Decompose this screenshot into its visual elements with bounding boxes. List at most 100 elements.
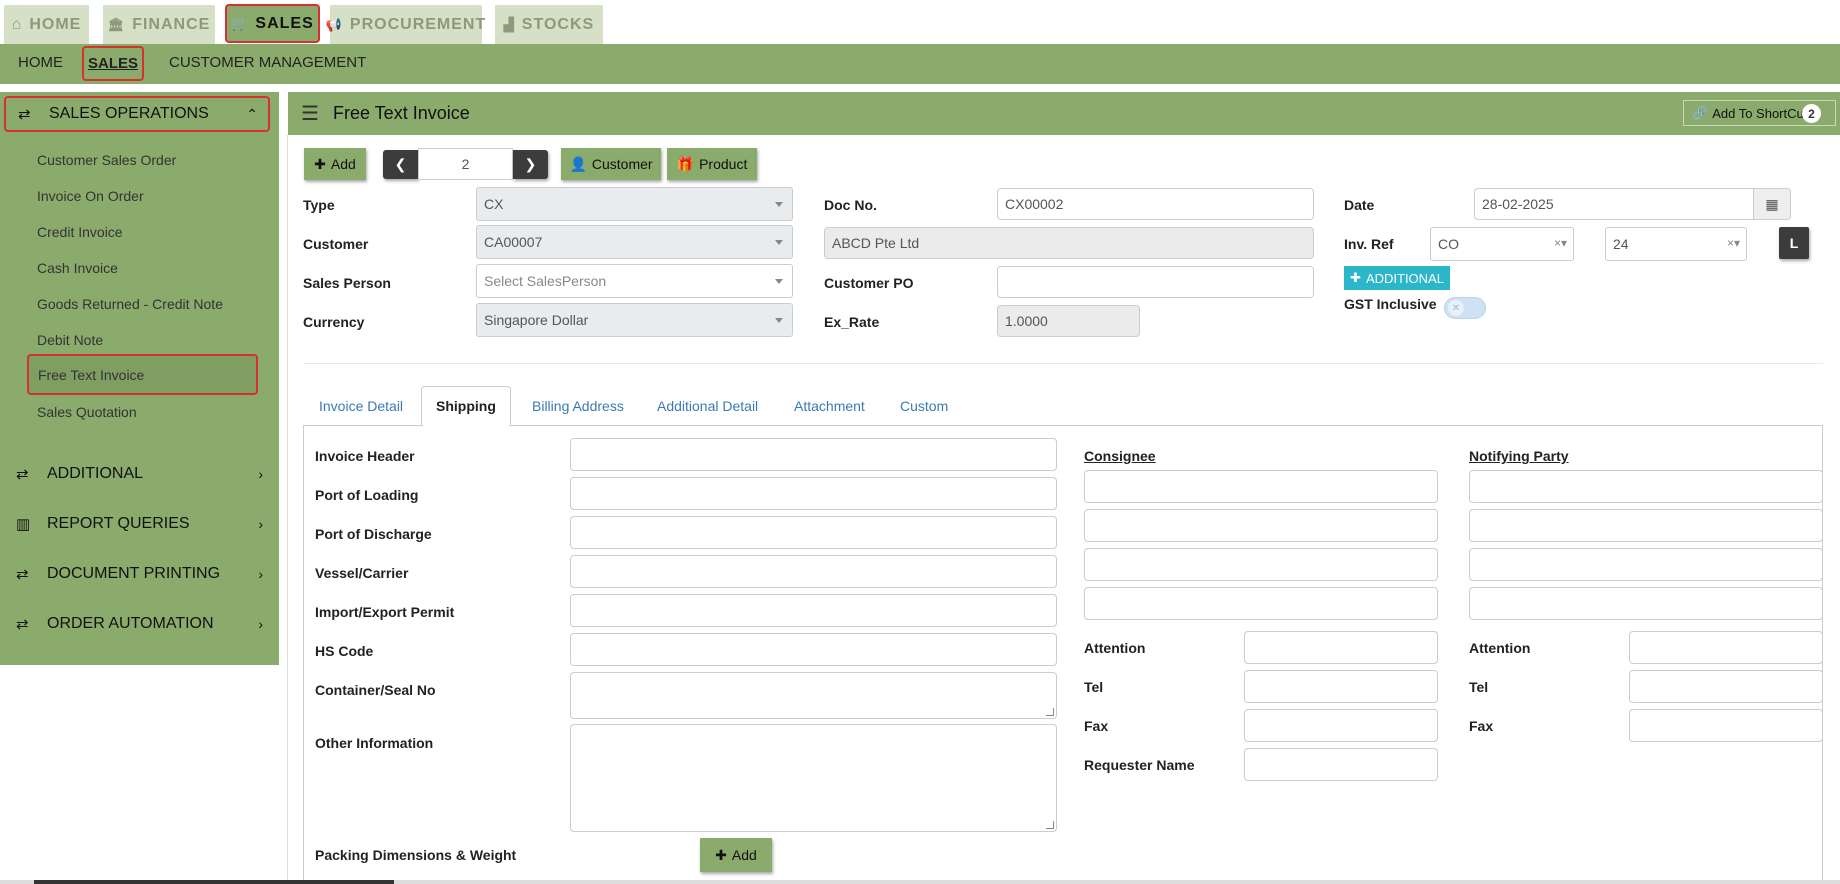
module-tab-stocks[interactable]: ▟ STOCKS	[495, 5, 603, 44]
import-export-permit-input[interactable]	[570, 594, 1057, 627]
horizontal-scrollbar[interactable]	[0, 880, 1840, 884]
cart-icon: 🛒	[231, 15, 249, 31]
chevron-right-icon: ❯	[524, 156, 537, 172]
sub-navigation: HOME SALES CUSTOMER MANAGEMENT	[0, 44, 1840, 84]
consignee-attention-input[interactable]	[1244, 631, 1438, 664]
sidebar-item-customer-sales-order[interactable]: Customer Sales Order	[37, 152, 176, 168]
sidebar-section-document-printing[interactable]: ⇄ DOCUMENT PRINTING ›	[0, 554, 279, 594]
requester-name-input[interactable]	[1244, 748, 1438, 781]
product-button[interactable]: 🎁 Product	[667, 148, 757, 180]
notifying-line-1[interactable]	[1469, 470, 1823, 503]
sales-person-select[interactable]: Select SalesPerson	[476, 264, 793, 298]
consignee-tel-input[interactable]	[1244, 670, 1438, 703]
notifying-attention-input[interactable]	[1629, 631, 1823, 664]
sidebar-item-cash-invoice[interactable]: Cash Invoice	[37, 260, 118, 276]
shipping-panel: Invoice Header Port of Loading Port of D…	[303, 426, 1823, 884]
date-field[interactable]: 28-02-2025	[1474, 188, 1754, 220]
tab-shipping[interactable]: Shipping	[421, 386, 511, 427]
sidebar-item-free-text-invoice[interactable]: Free Text Invoice	[27, 354, 258, 395]
tab-invoice-detail[interactable]: Invoice Detail	[319, 398, 403, 414]
invoice-header-input[interactable]	[570, 438, 1057, 471]
sidebar-section-report-queries[interactable]: ▥ REPORT QUERIES ›	[0, 504, 279, 544]
customer-label: Customer	[303, 236, 369, 252]
sidebar-item-sales-quotation[interactable]: Sales Quotation	[37, 404, 137, 420]
prev-page-button[interactable]: ❮	[383, 150, 418, 179]
vessel-carrier-input[interactable]	[570, 555, 1057, 588]
calendar-icon[interactable]: ▦	[1753, 188, 1791, 220]
consignee-line-3[interactable]	[1084, 548, 1438, 581]
module-tab-label: SALES	[255, 14, 314, 32]
resize-handle-icon[interactable]	[1046, 708, 1054, 716]
chart-icon: ▟	[503, 16, 515, 32]
notifying-line-4[interactable]	[1469, 587, 1823, 620]
module-tab-sales[interactable]: 🛒 SALES	[225, 4, 320, 43]
resize-handle-icon[interactable]	[1046, 821, 1054, 829]
date-label: Date	[1344, 197, 1375, 213]
caret-down-icon	[775, 202, 783, 207]
gst-inclusive-toggle[interactable]	[1444, 297, 1486, 319]
additional-button[interactable]: ✚ ADDITIONAL	[1344, 266, 1450, 290]
notifying-line-2[interactable]	[1469, 509, 1823, 542]
sidebar-section-label: SALES OPERATIONS	[49, 105, 209, 122]
hs-code-input[interactable]	[570, 633, 1057, 666]
next-page-button[interactable]: ❯	[513, 150, 548, 179]
requester-name-label: Requester Name	[1084, 757, 1195, 773]
customer-button[interactable]: 👤 Customer	[561, 148, 661, 180]
bullhorn-icon: 📢	[325, 16, 343, 32]
menu-icon[interactable]: ☰	[301, 101, 319, 126]
add-to-shortcut-button[interactable]: 🔗 Add To ShortCut 2	[1683, 100, 1836, 126]
l-button[interactable]: L	[1779, 227, 1809, 259]
inv-ref-1-value: CO	[1438, 236, 1459, 252]
inv-ref-select-1[interactable]: CO ×▾	[1430, 227, 1574, 261]
module-tab-home[interactable]: ⌂ HOME	[4, 5, 89, 44]
tab-billing-address[interactable]: Billing Address	[532, 398, 624, 414]
notifying-fax-input[interactable]	[1629, 709, 1823, 742]
port-of-loading-input[interactable]	[570, 477, 1057, 510]
subnav-sales[interactable]: SALES	[82, 46, 144, 81]
page-number-input[interactable]	[418, 148, 513, 180]
customer-select[interactable]: CA00007	[476, 225, 793, 259]
clear-caret-icon[interactable]: ×▾	[1554, 236, 1567, 250]
notifying-tel-input[interactable]	[1629, 670, 1823, 703]
sidebar-item-goods-returned[interactable]: Goods Returned - Credit Note	[37, 296, 223, 312]
type-value: CX	[484, 196, 504, 212]
consignee-line-4[interactable]	[1084, 587, 1438, 620]
sidebar-section-sales-operations[interactable]: ⇄ SALES OPERATIONS ⌃	[4, 96, 270, 132]
consignee-line-2[interactable]	[1084, 509, 1438, 542]
port-of-discharge-input[interactable]	[570, 516, 1057, 549]
currency-select[interactable]: Singapore Dollar	[476, 303, 793, 337]
notifying-line-3[interactable]	[1469, 548, 1823, 581]
sidebar-item-credit-invoice[interactable]: Credit Invoice	[37, 224, 123, 240]
consignee-fax-input[interactable]	[1244, 709, 1438, 742]
consignee-line-1[interactable]	[1084, 470, 1438, 503]
subnav-customer-management[interactable]: CUSTOMER MANAGEMENT	[169, 54, 366, 71]
module-tab-procurement[interactable]: 📢 PROCUREMENT	[326, 5, 485, 44]
user-icon: 👤	[569, 155, 587, 172]
module-tab-finance[interactable]: 🏛 FINANCE	[103, 5, 215, 44]
add-button[interactable]: ✚ Add	[304, 148, 366, 180]
tab-additional-detail[interactable]: Additional Detail	[657, 398, 758, 414]
plus-icon: ✚	[314, 155, 326, 172]
subnav-home[interactable]: HOME	[18, 54, 63, 71]
doc-no-field[interactable]: CX00002	[997, 188, 1314, 220]
type-select[interactable]: CX	[476, 187, 793, 221]
sidebar-item-invoice-on-order[interactable]: Invoice On Order	[37, 188, 144, 204]
tab-custom[interactable]: Custom	[900, 398, 948, 414]
customer-po-field[interactable]	[997, 266, 1314, 298]
currency-label: Currency	[303, 314, 365, 330]
shortcut-label: Add To ShortCut	[1712, 105, 1808, 121]
container-seal-no-textarea[interactable]	[570, 672, 1057, 719]
clear-caret-icon[interactable]: ×▾	[1727, 236, 1740, 250]
sidebar-section-order-automation[interactable]: ⇄ ORDER AUTOMATION ›	[0, 604, 279, 644]
gift-icon: 🎁	[676, 155, 695, 172]
packing-add-button[interactable]: ✚ Add	[700, 838, 772, 872]
tab-attachment[interactable]: Attachment	[794, 398, 865, 414]
packing-add-label: Add	[731, 847, 757, 863]
inv-ref-select-2[interactable]: 24 ×▾	[1605, 227, 1747, 261]
inv-ref-2-value: 24	[1613, 236, 1629, 252]
sidebar: ⇄ SALES OPERATIONS ⌃ Customer Sales Orde…	[0, 92, 279, 665]
sidebar-section-additional[interactable]: ⇄ ADDITIONAL ›	[0, 454, 279, 494]
other-information-textarea[interactable]	[570, 724, 1057, 832]
sidebar-item-debit-note[interactable]: Debit Note	[37, 332, 103, 348]
other-information-label: Other Information	[315, 735, 434, 751]
